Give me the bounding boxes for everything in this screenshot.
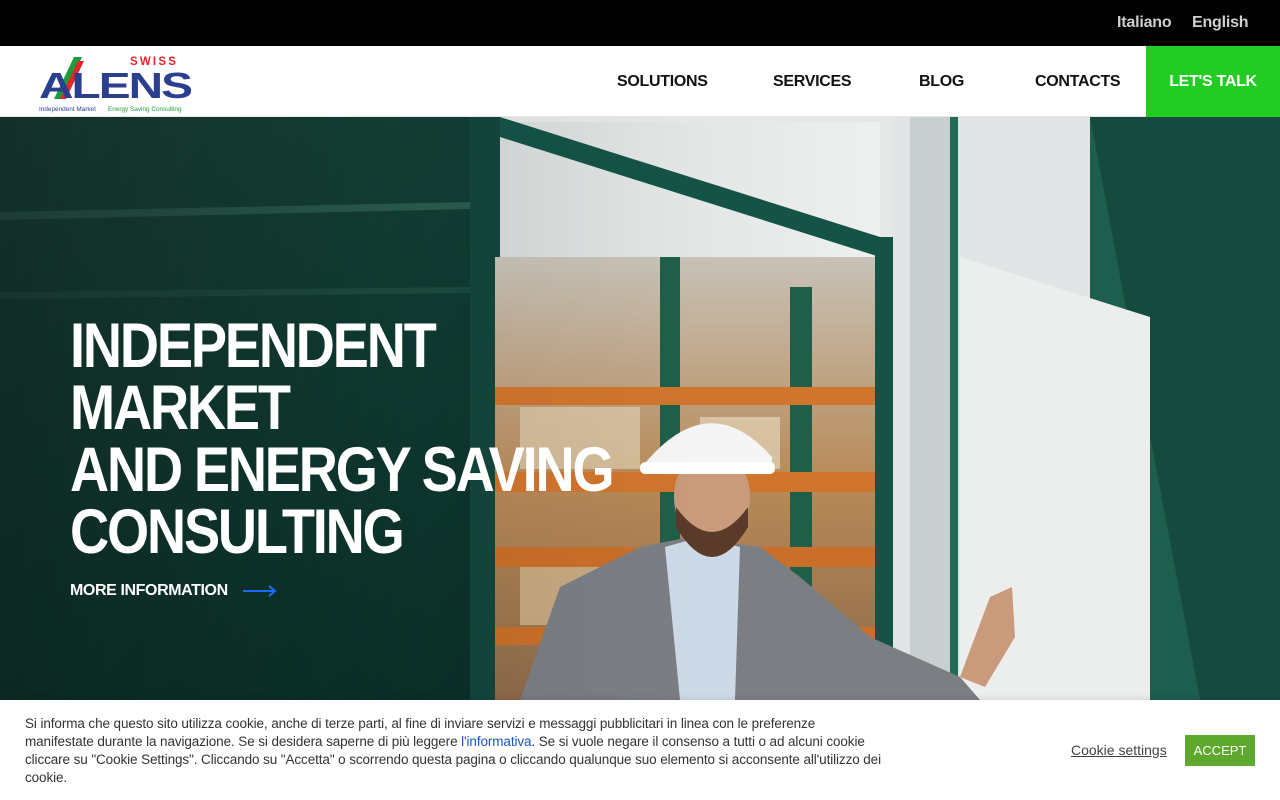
more-information-label: MORE INFORMATION: [70, 582, 228, 599]
cookie-banner: Si informa che questo sito utilizza cook…: [0, 700, 1280, 800]
arrow-right-icon: [242, 585, 277, 597]
alens-logo[interactable]: SWISS ALENS Independent Market Energy Sa…: [38, 51, 194, 113]
lets-talk-label: LET'S TALK: [1169, 72, 1257, 90]
lets-talk-button[interactable]: LET'S TALK: [1146, 46, 1280, 117]
nav-contacts[interactable]: CONTACTS: [1035, 73, 1121, 91]
language-italiano[interactable]: Italiano: [1117, 14, 1172, 32]
cookie-settings-link[interactable]: Cookie settings: [1071, 742, 1167, 758]
nav-services[interactable]: SERVICES: [773, 73, 852, 91]
cookie-policy-link[interactable]: l'informativa: [461, 734, 531, 749]
hero-section: INDEPENDENT MARKET AND ENERGY SAVING CON…: [0, 117, 1280, 700]
language-english[interactable]: English: [1192, 14, 1249, 32]
logo-tagline-left: Independent Market: [39, 106, 96, 113]
logo-tagline-right: Energy Saving Consulting: [108, 106, 182, 113]
site-header: SWISS ALENS Independent Market Energy Sa…: [0, 46, 1280, 117]
nav-solutions[interactable]: SOLUTIONS: [617, 73, 708, 91]
logo-alens-text: ALENS: [39, 65, 192, 106]
hero-title: INDEPENDENT MARKET AND ENERGY SAVING CON…: [70, 311, 615, 567]
cookie-notice-text: Si informa che questo sito utilizza cook…: [25, 715, 885, 787]
accept-label: ACCEPT: [1193, 743, 1247, 758]
language-bar: Italiano English: [0, 0, 1280, 46]
nav-blog[interactable]: BLOG: [919, 73, 964, 91]
more-information-link[interactable]: MORE INFORMATION: [70, 582, 277, 600]
accept-cookies-button[interactable]: ACCEPT: [1185, 735, 1255, 766]
